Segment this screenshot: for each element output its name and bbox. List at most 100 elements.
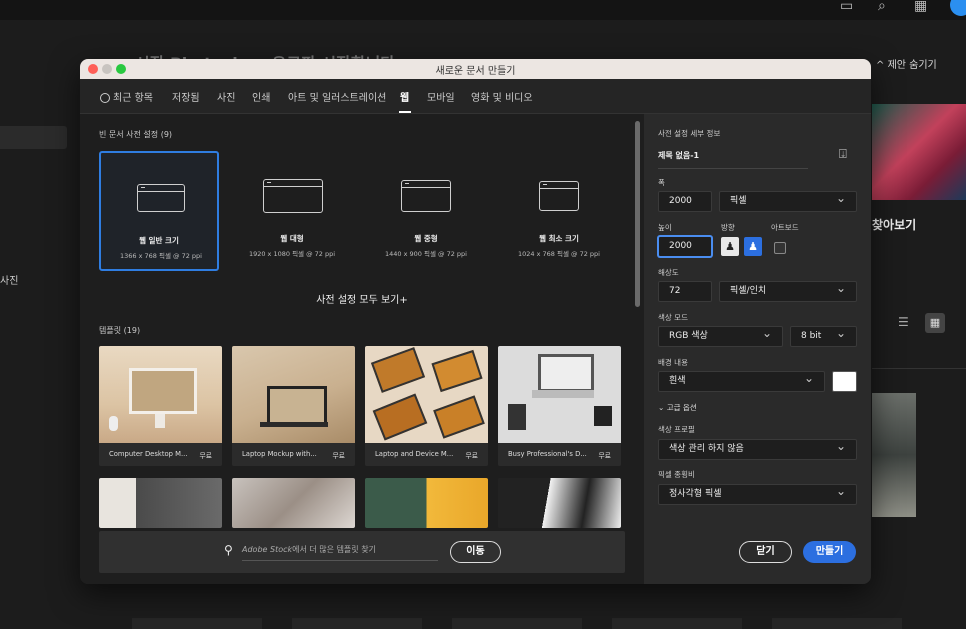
recent-file-thumbnail[interactable] [872, 393, 916, 517]
template-thumbnail [99, 346, 222, 443]
document-icon [539, 181, 579, 211]
tab-art-illustration[interactable]: 아트 및 일러스트레이션 [288, 89, 386, 104]
hide-suggestions-button[interactable]: ^ 제안 숨기기 [876, 56, 937, 71]
template-card[interactable] [498, 478, 621, 528]
template-name: Computer Desktop M... [109, 450, 188, 458]
laptop-screen [267, 386, 327, 426]
background-contents-select[interactable]: 흰색 [658, 369, 825, 392]
template-card[interactable]: Busy Professional's D... 무료 [498, 346, 621, 466]
portrait-orientation-icon[interactable]: ♟ [721, 237, 739, 256]
select-value: 색상 관리 하지 않음 [669, 444, 744, 454]
device-shape [370, 347, 426, 393]
tab-film-video[interactable]: 영화 및 비디오 [471, 89, 533, 104]
preset-size: 1024 x 768 픽셀 @ 72 ppi [518, 250, 600, 258]
width-input[interactable]: 2000 [658, 191, 712, 212]
background-color-swatch[interactable] [832, 371, 857, 392]
search-icon[interactable]: ⌕ [878, 0, 886, 14]
bit-depth-select[interactable]: 8 bit [790, 324, 857, 347]
tab-mobile[interactable]: 모바일 [427, 89, 455, 104]
select-value: 픽셀 [730, 196, 747, 206]
color-profile-label: 색상 프로필 [658, 425, 695, 434]
tablet-shape [508, 404, 526, 430]
create-button[interactable]: 만들기 [803, 541, 856, 563]
view-all-presets-link[interactable]: 사전 설정 모두 보기+ [80, 291, 644, 306]
sidebar-item-label[interactable]: 사진 [0, 272, 18, 287]
stock-brand: Adobe Stock [242, 545, 293, 554]
divider [872, 368, 966, 369]
template-card[interactable]: Laptop Mockup with... 무료 [232, 346, 355, 466]
tab-saved[interactable]: 저장됨 [172, 89, 200, 104]
template-card[interactable] [99, 478, 222, 528]
sidebar-selected-item[interactable] [0, 126, 67, 149]
recent-card[interactable] [452, 618, 582, 629]
grid-icon[interactable]: ▦ [914, 0, 927, 14]
template-card[interactable]: Laptop and Device M... 무료 [365, 346, 488, 466]
stock-text: 에서 더 많은 템플릿 찾기 [292, 545, 376, 554]
stock-search-input[interactable]: Adobe Stock에서 더 많은 템플릿 찾기 [242, 544, 438, 561]
grid-view-icon[interactable]: ▦ [925, 313, 945, 333]
details-heading: 사전 설정 세부 정보 [658, 129, 721, 138]
recent-card[interactable] [772, 618, 902, 629]
go-button[interactable]: 이동 [450, 541, 501, 563]
close-button[interactable]: 닫기 [739, 541, 792, 563]
laptop-screen [538, 354, 594, 392]
template-card[interactable] [232, 478, 355, 528]
template-card[interactable] [365, 478, 488, 528]
list-view-icon[interactable]: ☰ [898, 315, 916, 331]
select-value: 픽셀/인치 [730, 286, 767, 296]
template-name: Laptop Mockup with... [242, 450, 317, 458]
save-preset-icon[interactable]: ⍗ [839, 147, 855, 163]
preset-size: 1366 x 768 픽셀 @ 72 ppi [120, 252, 202, 260]
color-profile-select[interactable]: 색상 관리 하지 않음 [658, 437, 857, 460]
tab-web[interactable]: 웹 [400, 89, 409, 104]
template-thumbnail [498, 346, 621, 443]
window-icon[interactable]: ▭ [840, 0, 853, 14]
heading-count: (19) [123, 326, 141, 335]
preset-web-large[interactable]: 웹 대형 1920 x 1080 픽셀 @ 72 ppi [232, 151, 352, 271]
width-unit-select[interactable]: 픽셀 [719, 189, 857, 212]
tab-label: 최근 항목 [113, 93, 153, 104]
document-icon [401, 180, 451, 212]
tab-print[interactable]: 인쇄 [252, 89, 270, 104]
recent-card[interactable] [132, 618, 262, 629]
template-name: Busy Professional's D... [508, 450, 587, 458]
presets-scrollbar[interactable] [635, 121, 640, 307]
template-name: Laptop and Device M... [375, 450, 454, 458]
tab-photo[interactable]: 사진 [217, 89, 235, 104]
select-value: 흰색 [669, 376, 686, 386]
template-card[interactable]: Computer Desktop M... 무료 [99, 346, 222, 466]
width-label: 폭 [658, 178, 665, 187]
template-caption: Busy Professional's D... 무료 [498, 443, 621, 466]
heading-label: 빈 문서 사전 설정 [99, 130, 159, 139]
stock-search-bar: ⚲ Adobe Stock에서 더 많은 템플릿 찾기 이동 [99, 531, 625, 573]
template-caption: Computer Desktop M... 무료 [99, 443, 222, 466]
recent-card[interactable] [612, 618, 742, 629]
height-input[interactable]: 2000 [658, 236, 712, 257]
background-contents-label: 배경 내용 [658, 358, 688, 367]
advanced-options-toggle[interactable]: ⌄ 고급 옵션 [658, 402, 697, 413]
artboard-checkbox[interactable] [774, 242, 786, 254]
resolution-input[interactable]: 72 [658, 281, 712, 302]
suggestion-image[interactable] [872, 104, 966, 200]
document-name-input[interactable]: 제목 없음-1 [658, 150, 808, 169]
preset-size: 1920 x 1080 픽셀 @ 72 ppi [248, 250, 336, 258]
template-price: 무료 [598, 452, 611, 460]
new-document-dialog: 새로운 문서 만들기 최근 항목 저장됨 사진 인쇄 아트 및 일러스트레이션 … [80, 59, 871, 584]
preset-web-medium[interactable]: 웹 중형 1440 x 900 픽셀 @ 72 ppi [366, 151, 486, 271]
preset-web-common[interactable]: 웹 일반 크기 1366 x 768 픽셀 @ 72 ppi [99, 151, 219, 271]
color-mode-select[interactable]: RGB 색상 [658, 324, 783, 347]
preset-size: 1440 x 900 픽셀 @ 72 ppi [385, 250, 467, 258]
monitor-stand [155, 414, 165, 428]
landscape-orientation-icon[interactable]: ♟ [744, 237, 762, 256]
template-thumbnail [232, 346, 355, 443]
app-top-bar [0, 0, 966, 20]
select-value: RGB 색상 [669, 331, 708, 341]
preset-web-minimum[interactable]: 웹 최소 크기 1024 x 768 픽셀 @ 72 ppi [499, 151, 619, 271]
resolution-unit-select[interactable]: 픽셀/인치 [719, 279, 857, 302]
chevron-down-icon: ⌄ [658, 403, 665, 412]
tab-recent[interactable]: 최근 항목 [100, 89, 153, 104]
preset-details-pane: 사전 설정 세부 정보 제목 없음-1 ⍗ 폭 2000 픽셀 높이 방향 아트… [644, 114, 871, 584]
pixel-aspect-select[interactable]: 정사각형 픽셀 [658, 482, 857, 505]
recent-card[interactable] [292, 618, 422, 629]
artboard-label: 아트보드 [771, 223, 799, 232]
